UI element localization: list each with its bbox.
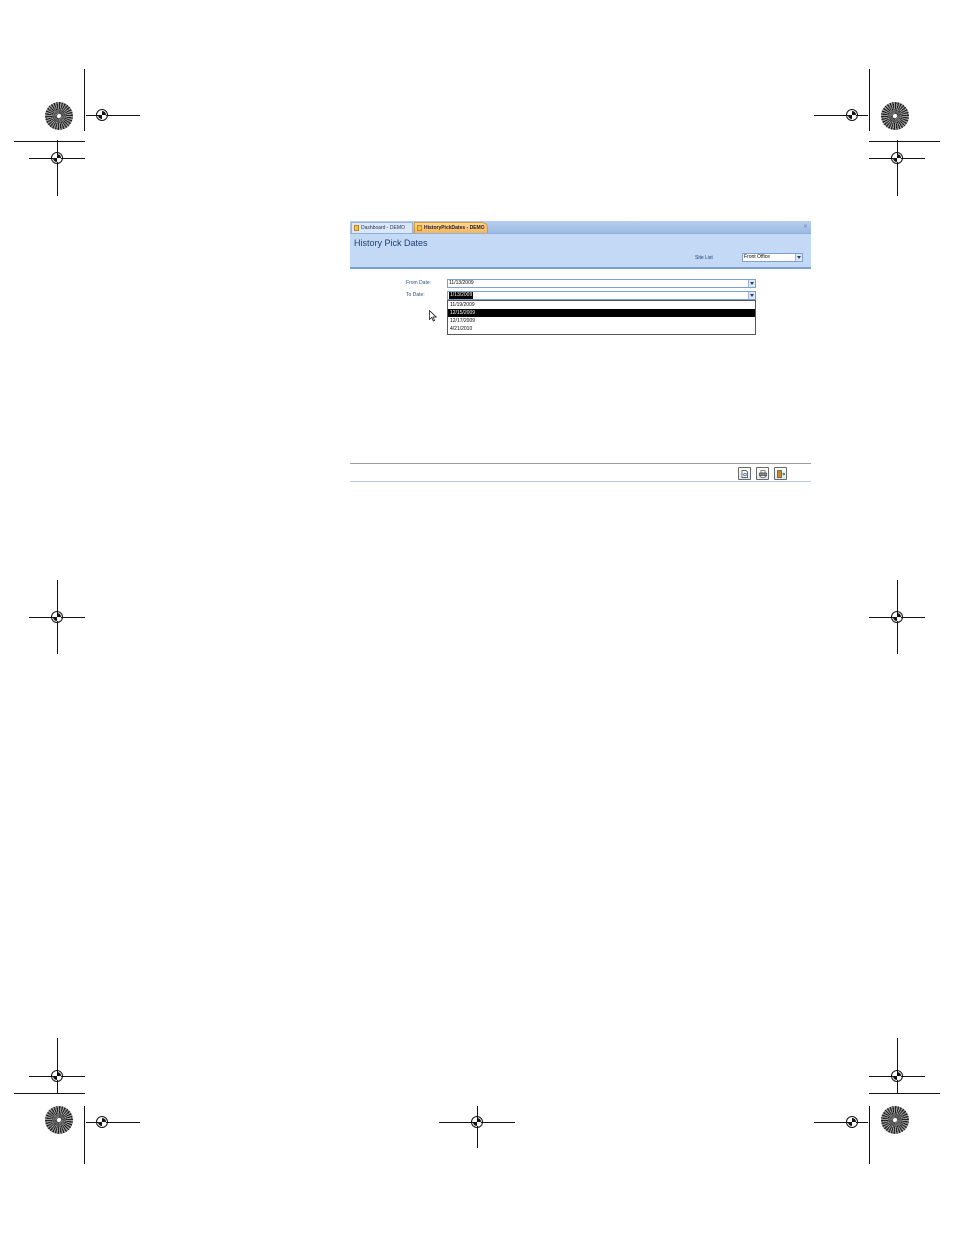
form-icon [417, 225, 422, 231]
registration-starburst-bottom-left [45, 1106, 73, 1134]
to-date-combo[interactable]: 1/13/2009 [447, 291, 756, 300]
dropdown-option[interactable]: 11/19/2009 [448, 301, 755, 309]
access-form-window: Dashboard - DEMO HistoryPickDates - DEMO… [350, 221, 811, 483]
dropdown-option[interactable]: 4/21/2010 [448, 325, 755, 333]
from-date-label: From Date: [406, 280, 432, 286]
registration-starburst-top-left [45, 102, 73, 130]
site-list-combo[interactable]: Front Office [742, 253, 803, 262]
close-form-button[interactable] [774, 467, 787, 480]
from-date-combo[interactable]: 11/13/2009 [447, 279, 756, 288]
tab-label: HistoryPickDates - DEMO [424, 225, 485, 231]
mouse-pointer-icon [429, 310, 437, 322]
form-title: History Pick Dates [354, 238, 428, 248]
print-preview-button[interactable] [738, 467, 751, 480]
from-date-value: 11/13/2009 [449, 280, 474, 286]
print-preview-icon [741, 470, 748, 478]
dropdown-option[interactable]: 12/17/2009 [448, 317, 755, 325]
chevron-down-icon[interactable] [795, 254, 802, 261]
footer-divider [350, 463, 811, 464]
form-header: History Pick Dates Site List Front Offic… [350, 234, 811, 269]
print-button[interactable] [756, 467, 769, 480]
footer-bottom-border [350, 481, 811, 482]
chevron-down-icon[interactable] [748, 292, 755, 299]
document-tab-bar: Dashboard - DEMO HistoryPickDates - DEMO… [350, 221, 811, 234]
to-date-value[interactable]: 1/13/2009 [449, 292, 474, 299]
registration-starburst-bottom-right [881, 1106, 909, 1134]
exit-door-icon [777, 470, 785, 478]
dropdown-option-selected[interactable]: 12/15/2009 [448, 309, 755, 317]
registration-starburst-top-right [881, 102, 909, 130]
close-tab-icon[interactable]: × [803, 222, 808, 232]
site-list-label: Site List [695, 255, 713, 261]
site-list-value: Front Office [744, 254, 771, 260]
to-date-dropdown-list: 11/19/2009 12/15/2009 12/17/2009 4/21/20… [447, 300, 756, 335]
tab-label: Dashboard - DEMO [361, 225, 405, 231]
form-icon [354, 225, 359, 231]
tab-dashboard[interactable]: Dashboard - DEMO [351, 222, 413, 233]
to-date-label: To Date: [406, 292, 425, 298]
chevron-down-icon[interactable] [748, 280, 755, 287]
tab-history-pick-dates[interactable]: HistoryPickDates - DEMO [414, 222, 488, 233]
printer-icon [759, 470, 767, 478]
